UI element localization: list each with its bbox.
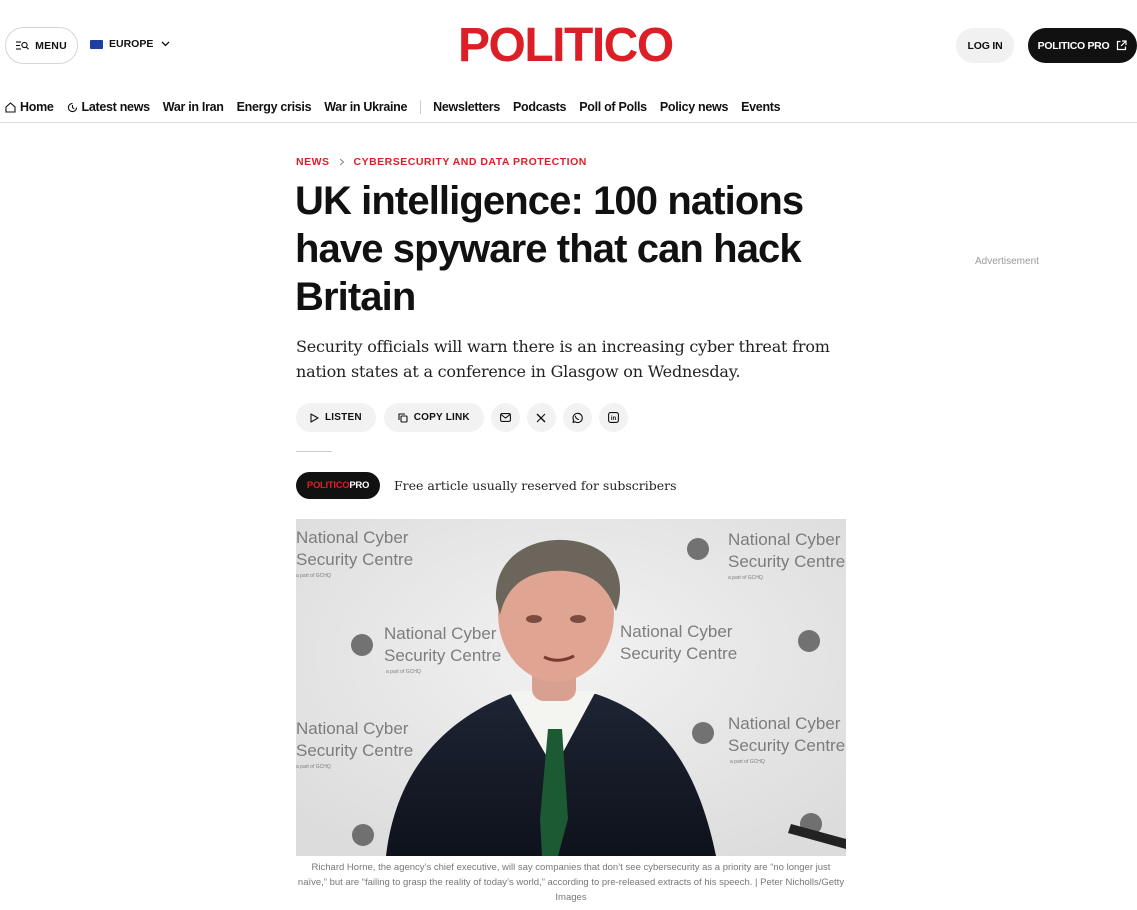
pro-badge-politico: POLITICO [306, 480, 350, 491]
nav-item-poll-of-polls[interactable]: Poll of Polls [579, 100, 647, 114]
backdrop-text: a part of GCHQ [296, 573, 331, 579]
backdrop-text: Security Centre [384, 646, 501, 665]
backdrop-text: National Cyber [728, 714, 841, 733]
backdrop-text: a part of GCHQ [730, 759, 765, 765]
divider [296, 451, 332, 452]
backdrop-text: National Cyber [384, 624, 497, 643]
backdrop-text: Security Centre [620, 644, 737, 663]
nav-item-home[interactable]: Home [5, 100, 54, 114]
backdrop-text: Security Centre [296, 550, 413, 569]
nav-label: Newsletters [433, 100, 501, 114]
edition-selector[interactable]: EUROPE [90, 38, 170, 50]
login-button[interactable]: LOG IN [956, 28, 1014, 63]
whatsapp-icon [572, 412, 584, 423]
breadcrumb-category[interactable]: CYBERSECURITY AND DATA PROTECTION [354, 156, 587, 168]
menu-label: MENU [35, 39, 67, 52]
politico-pro-button[interactable]: POLITICO PRO [1028, 28, 1137, 63]
chevron-right-icon [339, 158, 344, 166]
backdrop-text: a part of GCHQ [728, 575, 763, 581]
backdrop-text: National Cyber [296, 528, 409, 547]
copy-link-label: COPY LINK [413, 412, 470, 423]
politico-pro-label: POLITICO PRO [1037, 39, 1110, 52]
listen-button[interactable]: LISTEN [296, 403, 376, 432]
backdrop-text: Security Centre [296, 741, 413, 760]
edition-label: EUROPE [109, 38, 154, 50]
breadcrumb-news[interactable]: NEWS [296, 156, 330, 168]
nav-label: Policy news [659, 100, 729, 114]
breadcrumb: NEWS CYBERSECURITY AND DATA PROTECTION [296, 156, 587, 168]
backdrop-text: a part of GCHQ [296, 764, 331, 770]
nav-label: Events [741, 100, 781, 114]
nav-item-events[interactable]: Events [741, 100, 781, 114]
nav-item-newsletters[interactable]: Newsletters [433, 100, 500, 114]
nav-label: Podcasts [513, 100, 567, 114]
nav-label: War in Iran [162, 100, 224, 114]
politico-logo[interactable]: POLITICO [458, 21, 674, 71]
clock-icon [67, 102, 77, 112]
backdrop-text: Security Centre [728, 552, 845, 571]
article-headline: UK intelligence: 100 nations have spywar… [295, 179, 804, 319]
home-icon [5, 101, 16, 113]
header-divider [0, 122, 1137, 123]
share-x-button[interactable] [526, 403, 556, 432]
nav-item-war-in-iran[interactable]: War in Iran [163, 100, 224, 114]
main-nav: Home Latest news War in Iran Energy cris… [0, 92, 1137, 122]
article-dek: Security officials will warn there is an… [296, 337, 830, 381]
listen-label: LISTEN [325, 412, 362, 423]
pro-badge-pro: PRO [349, 480, 370, 491]
nav-label: Poll of Polls [579, 100, 647, 114]
pro-notice: POLITICO PRO Free article usually reserve… [296, 472, 677, 499]
menu-search-icon [16, 41, 30, 50]
svg-text:in: in [611, 416, 617, 422]
copy-link-button[interactable]: COPY LINK [383, 403, 484, 432]
backdrop-text: a part of GCHQ [386, 669, 421, 675]
x-icon [536, 413, 546, 422]
nav-item-podcasts[interactable]: Podcasts [513, 100, 566, 114]
backdrop-text: Security Centre [728, 736, 845, 755]
nav-divider [420, 100, 422, 114]
nav-item-war-in-ukraine[interactable]: War in Ukraine [324, 100, 407, 114]
share-whatsapp-button[interactable] [562, 403, 592, 432]
nav-label: Energy crisis [236, 100, 312, 114]
eu-flag-icon [90, 39, 103, 49]
copy-icon [398, 412, 408, 423]
share-linkedin-button[interactable]: in [598, 403, 628, 432]
external-link-icon [1117, 40, 1127, 51]
site-header: MENU EUROPE POLITICO LOG IN POLITICO PRO [0, 0, 1137, 92]
menu-button[interactable]: MENU [5, 27, 78, 64]
email-icon [499, 413, 511, 422]
advertisement-label: Advertisement [975, 256, 1039, 267]
nav-label: War in Ukraine [324, 100, 408, 114]
nav-label: Home [20, 100, 54, 114]
nav-label: Latest news [81, 100, 151, 114]
politico-pro-badge[interactable]: POLITICO PRO [296, 472, 380, 499]
nav-item-energy-crisis[interactable]: Energy crisis [237, 100, 312, 114]
share-toolbar: LISTEN COPY LINK in [296, 403, 628, 432]
photo-caption: Richard Horne, the agency’s chief execut… [297, 862, 845, 903]
nav-item-latest-news[interactable]: Latest news [67, 100, 150, 114]
backdrop-text: National Cyber [728, 530, 841, 549]
backdrop-text: National Cyber [620, 622, 733, 641]
article-photo: National Cyber Security Centre a part of… [296, 519, 846, 856]
photo-illustration: National Cyber Security Centre a part of… [296, 519, 846, 856]
play-icon [310, 412, 319, 423]
nav-item-policy-news[interactable]: Policy news [659, 100, 729, 114]
linkedin-icon: in [607, 412, 619, 423]
chevron-down-icon [161, 41, 170, 47]
pro-notice-text: Free article usually reserved for subscr… [394, 478, 677, 493]
backdrop-text: National Cyber [296, 719, 409, 738]
share-email-button[interactable] [490, 403, 520, 432]
